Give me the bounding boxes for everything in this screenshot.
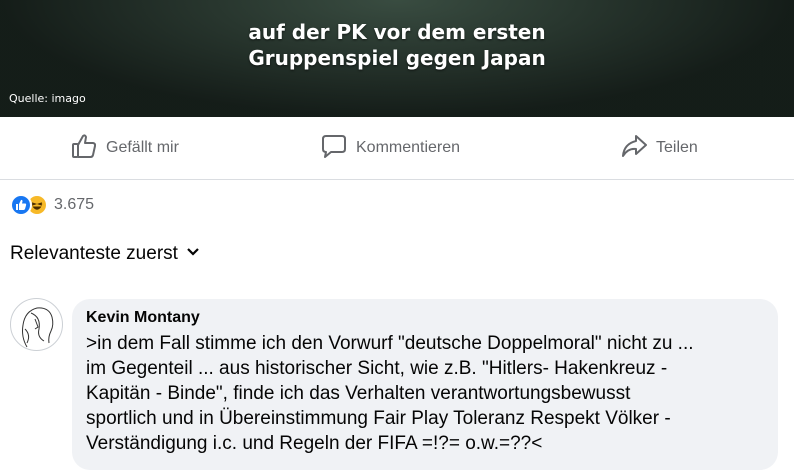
image-caption-line2: Gruppenspiel gegen Japan <box>248 46 546 70</box>
comment-label: Kommentieren <box>356 139 461 156</box>
image-caption-line1: auf der PK vor dem ersten <box>248 20 546 44</box>
sort-label: Relevanteste zuerst <box>10 243 178 264</box>
like-label: Gefällt mir <box>106 139 179 156</box>
share-arrow-icon <box>620 132 648 165</box>
post-action-bar: Gefällt mir Kommentieren Teilen <box>0 118 794 180</box>
like-button[interactable]: Gefällt mir <box>70 132 179 164</box>
comment-button[interactable]: Kommentieren <box>320 132 460 164</box>
comment-text: >in dem Fall stimme ich den Vorwurf "deu… <box>86 333 694 454</box>
comment-author[interactable]: Kevin Montany <box>86 309 764 327</box>
comment-bubble: Kevin Montany >in dem Fall stimme ich de… <box>72 299 778 470</box>
thumbs-up-icon <box>70 132 98 165</box>
image-source: Quelle: imago <box>9 92 86 105</box>
speech-bubble-icon <box>320 132 348 165</box>
reaction-count: 3.675 <box>54 196 95 213</box>
post-image[interactable]: auf der PK vor dem ersten Gruppenspiel g… <box>0 0 794 117</box>
comment-sort-dropdown[interactable]: Relevanteste zuerst <box>10 243 200 265</box>
share-button[interactable]: Teilen <box>620 132 698 164</box>
chevron-down-icon <box>186 243 200 265</box>
like-reaction-icon <box>10 194 32 216</box>
share-label: Teilen <box>656 139 698 156</box>
commenter-avatar[interactable] <box>10 298 63 351</box>
reaction-summary[interactable]: 3.675 <box>10 193 94 217</box>
